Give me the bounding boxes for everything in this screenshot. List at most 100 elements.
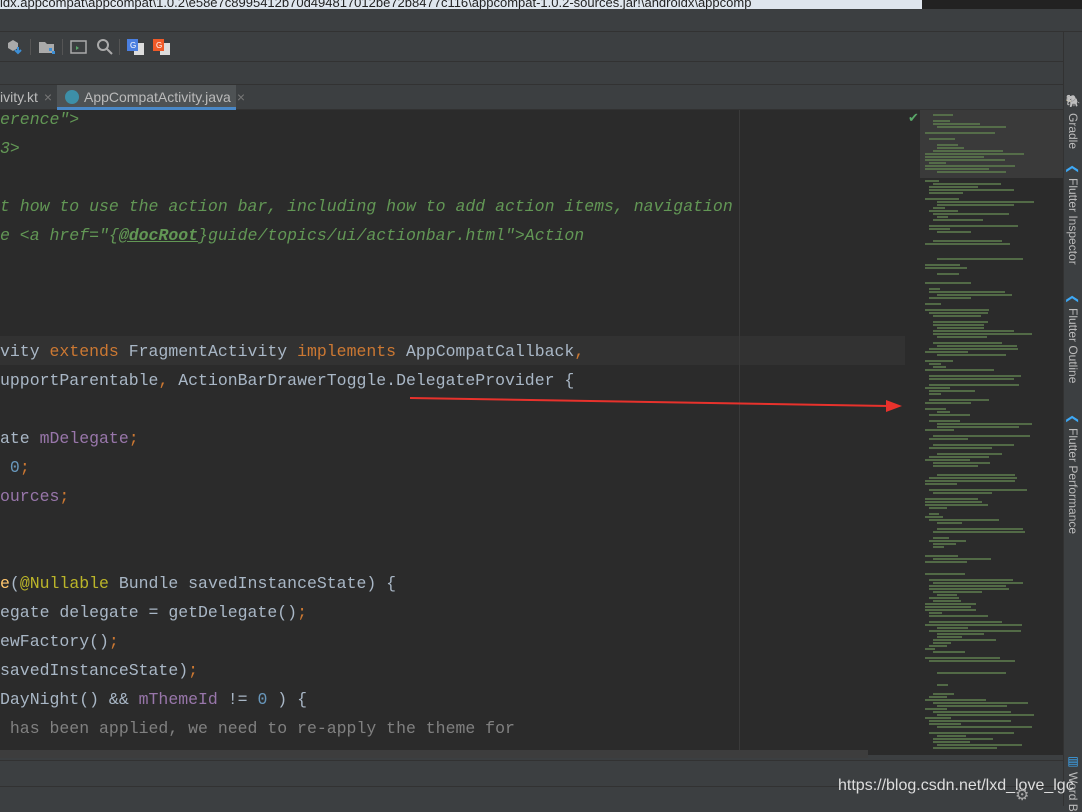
tool-window-flutter-performance[interactable]: ❮ Flutter Performance: [1066, 414, 1080, 534]
close-icon[interactable]: ×: [237, 89, 245, 105]
project-structure-icon[interactable]: [38, 38, 56, 56]
minimap-line: [929, 399, 989, 401]
minimap-line: [925, 282, 972, 284]
code-line: upportParentable, ActionBarDrawerToggle.…: [0, 366, 574, 395]
horizontal-scrollbar[interactable]: [0, 750, 868, 758]
minimap-line: [929, 513, 940, 515]
minimap-line: [933, 324, 985, 326]
search-icon[interactable]: [96, 38, 114, 56]
minimap-line: [933, 492, 992, 494]
window-title: idx.appcompat\appcompat\1.0.2\e58e7c8995…: [0, 0, 752, 9]
minimap-line: [933, 219, 983, 221]
code-line: t how to use the action bar, including h…: [0, 192, 733, 221]
minimap-line: [937, 528, 1024, 530]
minimap-line: [925, 609, 976, 611]
right-margin-guide: [739, 110, 740, 755]
minimap-line: [933, 591, 982, 593]
code-token: t how to use the action bar, including h…: [0, 197, 733, 216]
minimap-line: [933, 465, 978, 467]
minimap-line: [933, 462, 991, 464]
minimap-line: [929, 597, 960, 599]
minimap-line: [925, 708, 947, 710]
minimap-line: [925, 156, 985, 158]
minimap-line: [929, 414, 971, 416]
code-token: 0: [257, 690, 268, 709]
menu-bar: [0, 9, 1082, 32]
minimap-line: [925, 153, 1024, 155]
tab-activity-kt[interactable]: ivity.kt ×: [0, 85, 57, 110]
minimap-line: [925, 501, 982, 503]
code-line: egate delegate = getDelegate();: [0, 598, 307, 627]
minimap-line: [925, 459, 971, 461]
minimap-line: [933, 693, 954, 695]
code-line: 3>: [0, 134, 20, 163]
minimap-line: [933, 702, 1029, 704]
translate-icon[interactable]: G: [127, 38, 145, 56]
minimap-line: [937, 216, 948, 218]
minimap-line: [929, 228, 951, 230]
tool-window-flutter-inspector[interactable]: ❮ Flutter Inspector: [1066, 164, 1080, 265]
minimap-line: [933, 150, 1004, 152]
minimap-line: [925, 264, 961, 266]
minimap-line: [929, 192, 963, 194]
code-token: extends: [49, 342, 119, 361]
minimap-line: [933, 537, 949, 539]
code-editor[interactable]: erence"> 3> t how to use the action bar, i…: [0, 110, 905, 755]
sdk-manager-icon[interactable]: [5, 38, 23, 56]
minimap-line: [933, 738, 994, 740]
gradle-icon: 🐘: [1066, 94, 1080, 109]
translate-alt-icon[interactable]: G: [153, 38, 171, 56]
code-token: ewFactory(): [0, 632, 109, 651]
code-token: ) {: [267, 690, 307, 709]
minimap-line: [933, 342, 1002, 344]
minimap-line: [929, 162, 947, 164]
minimap-line: [933, 330, 1014, 332]
minimap-line: [929, 645, 948, 647]
close-icon[interactable]: ×: [44, 89, 52, 105]
minimap-line: [937, 726, 1033, 728]
code-line: DayNight() && mThemeId != 0 ) {: [0, 685, 307, 714]
terminal-icon[interactable]: [70, 38, 88, 56]
minimap-line: [937, 453, 1002, 455]
code-token: !=: [217, 690, 258, 709]
minimap-line: [933, 207, 946, 209]
minimap-line: [925, 408, 947, 410]
minimap-line: [937, 672, 1006, 674]
tool-window-flutter-outline[interactable]: ❮ Flutter Outline: [1066, 294, 1080, 383]
code-line: erence">: [0, 110, 79, 134]
minimap-line: [933, 531, 1026, 533]
minimap-line: [937, 144, 958, 146]
minimap-line: [933, 642, 952, 644]
minimap-line: [929, 489, 1027, 491]
minimap-line: [929, 375, 1021, 377]
code-minimap[interactable]: ✔: [905, 110, 1063, 755]
tool-window-gradle[interactable]: 🐘 Gradle: [1066, 94, 1080, 149]
code-token: mDelegate: [39, 429, 129, 448]
minimap-line: [937, 522, 963, 524]
minimap-line: [937, 147, 965, 149]
minimap-line: [929, 507, 948, 509]
minimap-line: [925, 483, 957, 485]
java-class-icon: [65, 90, 79, 104]
flutter-icon: ❮: [1066, 164, 1080, 175]
gear-icon[interactable]: ⚙: [1015, 785, 1029, 805]
minimap-line: [937, 294, 1012, 296]
tool-window-label: Flutter Performance: [1066, 428, 1080, 535]
code-token: ;: [19, 458, 30, 477]
minimap-line: [937, 126, 1007, 128]
code-line: ate mDelegate;: [0, 424, 139, 453]
flutter-icon: ❮: [1066, 414, 1080, 425]
minimap-line: [925, 159, 1005, 161]
code-line: vity extends FragmentActivity implements…: [0, 337, 584, 366]
minimap-line: [929, 588, 1010, 590]
minimap-line: [929, 363, 941, 365]
code-token: @Nullable: [19, 574, 109, 593]
editor-tabs: ivity.kt × AppCompatActivity.java ×: [0, 85, 1063, 110]
tab-appcompatactivity-java[interactable]: AppCompatActivity.java ×: [57, 85, 245, 110]
minimap-line: [929, 630, 1021, 632]
minimap-line: [929, 438, 968, 440]
minimap-line: [925, 573, 965, 575]
minimap-line: [925, 309, 990, 311]
minimap-line: [925, 369, 995, 371]
svg-text:G: G: [156, 41, 162, 50]
